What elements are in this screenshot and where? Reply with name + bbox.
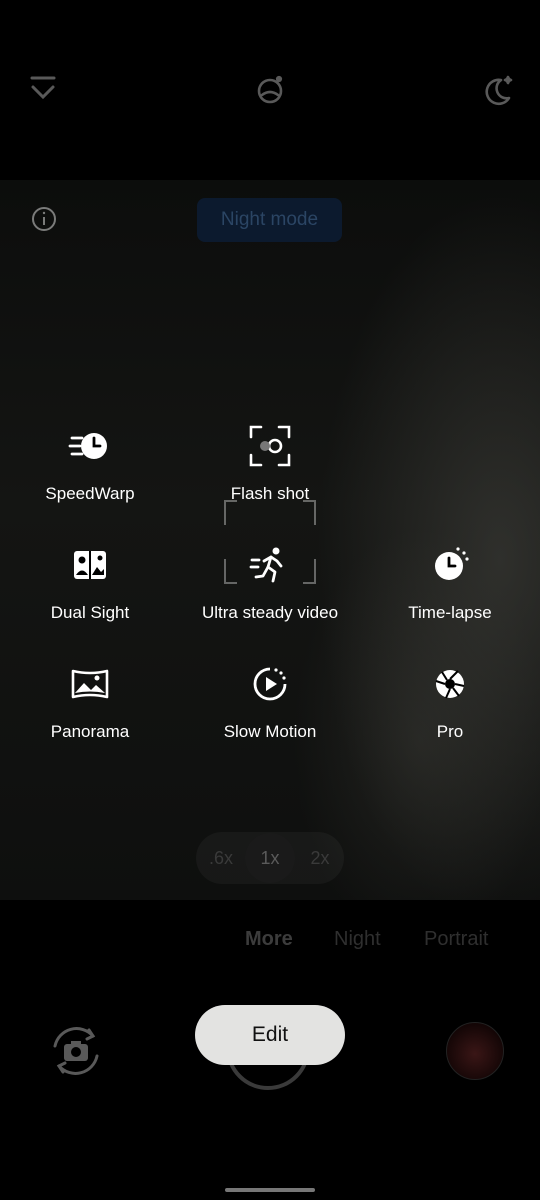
mode-label: Ultra steady video xyxy=(201,603,339,622)
mode-tab-more[interactable]: More xyxy=(245,928,293,951)
mode-panorama[interactable]: Panorama xyxy=(0,662,180,742)
mode-label: Slow Motion xyxy=(223,722,317,741)
mode-pro[interactable]: Pro xyxy=(360,662,540,742)
mode-label: Time-lapse xyxy=(408,603,492,622)
night-mode-chip-label: Night mode xyxy=(220,209,319,230)
mode-label: Flash shot xyxy=(230,484,310,503)
moon-sparkle-icon[interactable] xyxy=(477,70,517,110)
speedwarp-icon xyxy=(68,424,112,468)
chevron-down-line-icon[interactable] xyxy=(23,70,63,110)
mode-time-lapse[interactable]: Time-lapse xyxy=(360,543,540,623)
edit-button[interactable]: Edit xyxy=(195,1005,345,1065)
mode-tab-night[interactable]: Night xyxy=(334,928,381,951)
zoom-option-0-6x[interactable]: .6x xyxy=(196,833,246,883)
switch-camera-button[interactable] xyxy=(45,1020,107,1082)
slow-motion-icon xyxy=(248,662,292,706)
mode-label: Dual Sight xyxy=(50,603,130,622)
zoom-label: 1x xyxy=(260,847,280,868)
zoom-option-1x[interactable]: 1x xyxy=(245,833,295,883)
mode-label: Pro xyxy=(436,722,464,741)
dual-sight-icon xyxy=(68,543,112,587)
night-mode-chip[interactable]: Night mode xyxy=(197,198,342,242)
mode-label: Panorama xyxy=(50,722,130,741)
mode-flash-shot[interactable]: Flash shot xyxy=(180,424,360,504)
mode-ultra-steady-video[interactable]: Ultra steady video xyxy=(180,543,360,623)
mode-slow-motion[interactable]: Slow Motion xyxy=(180,662,360,742)
aperture-icon xyxy=(428,662,472,706)
timelapse-icon xyxy=(428,543,472,587)
home-indicator[interactable] xyxy=(225,1188,315,1192)
zoom-label: .6x xyxy=(208,847,233,868)
zoom-label: 2x xyxy=(310,847,330,868)
flash-shot-icon xyxy=(248,424,292,468)
mode-speedwarp[interactable]: SpeedWarp xyxy=(0,424,180,504)
mode-label: SpeedWarp xyxy=(45,484,135,503)
zoom-option-2x[interactable]: 2x xyxy=(295,833,345,883)
mode-tab-portrait[interactable]: Portrait xyxy=(424,928,488,951)
running-person-icon xyxy=(248,543,292,587)
switch-camera-icon xyxy=(53,1027,99,1075)
mode-dual-sight[interactable]: Dual Sight xyxy=(0,543,180,623)
night-sky-icon[interactable] xyxy=(250,70,290,110)
gallery-thumbnail[interactable] xyxy=(446,1022,504,1080)
info-icon[interactable] xyxy=(30,205,58,233)
panorama-icon xyxy=(68,662,112,706)
